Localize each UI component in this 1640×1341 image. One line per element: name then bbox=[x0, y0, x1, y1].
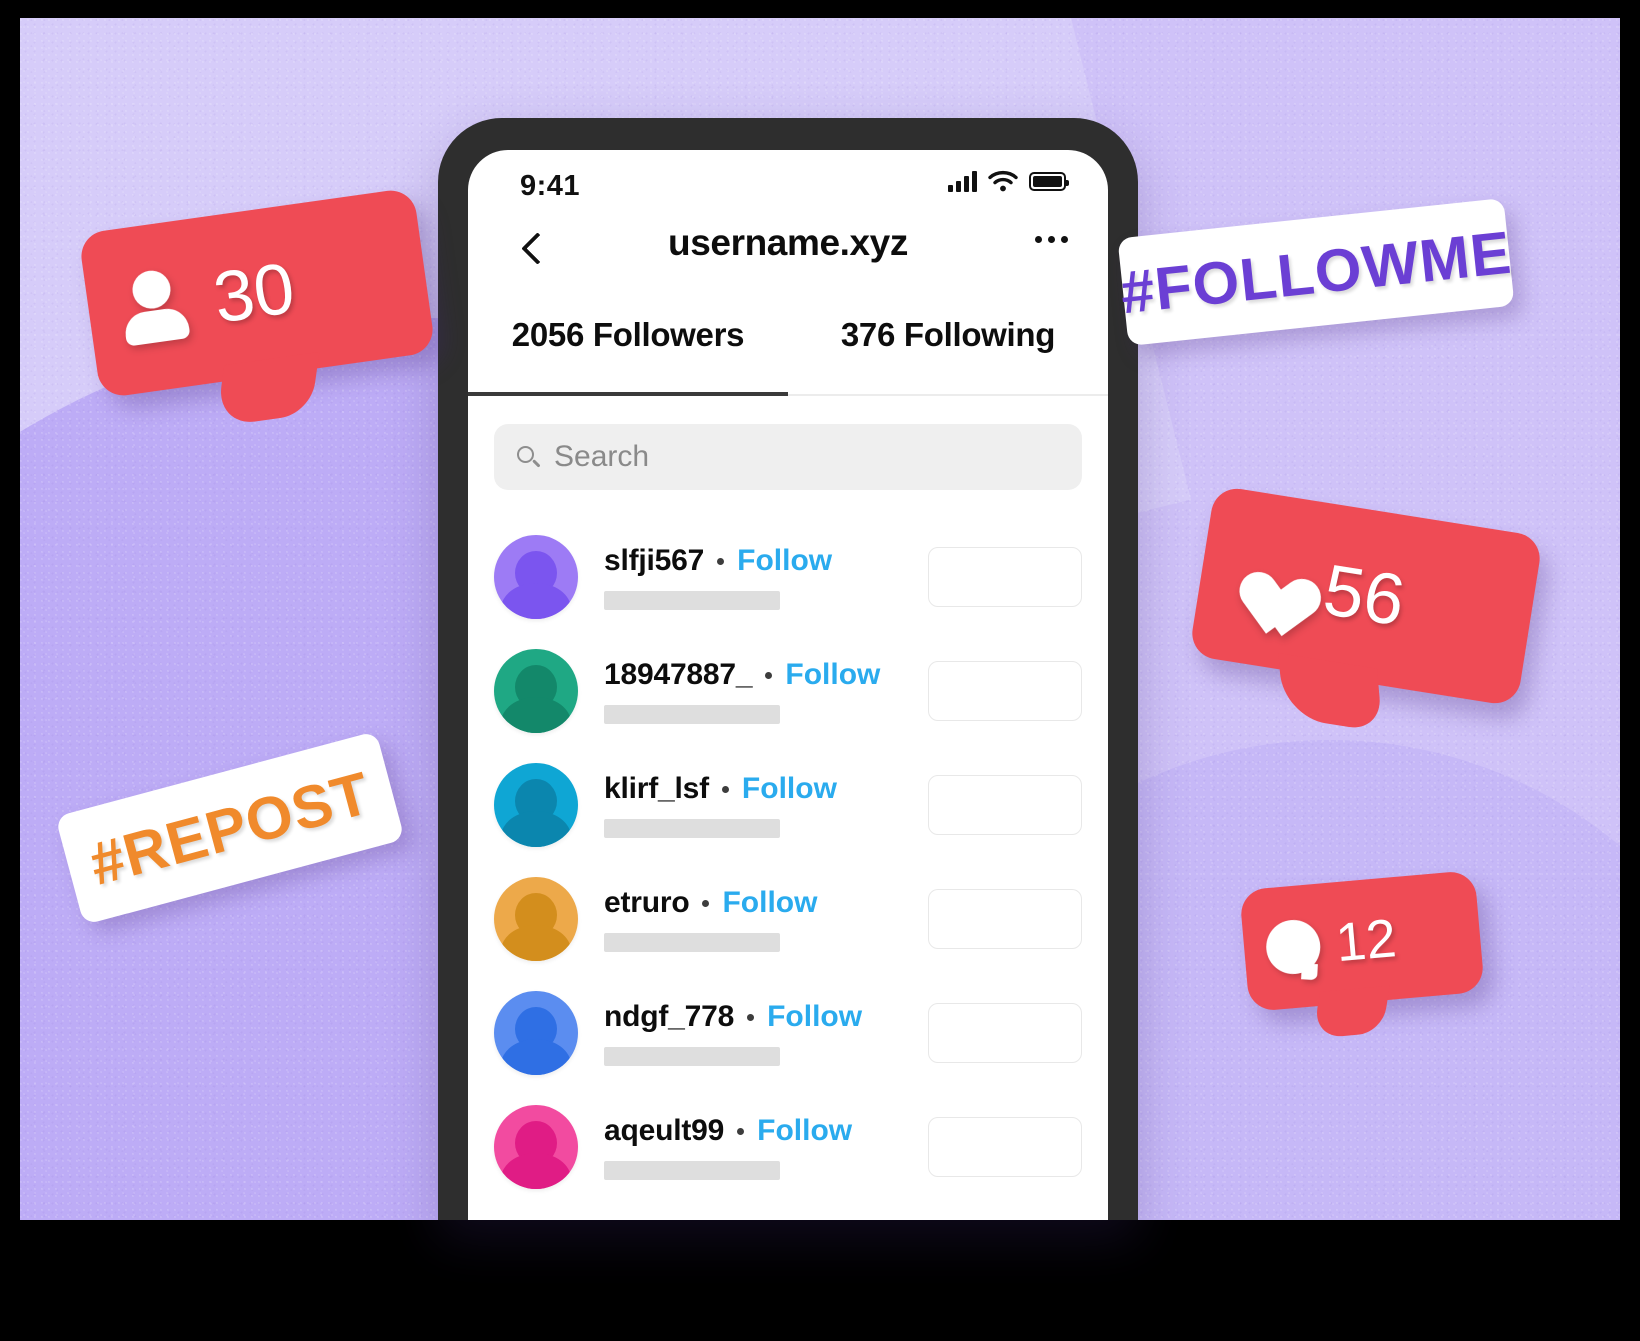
fullname-placeholder-bar bbox=[604, 933, 780, 952]
tab-following[interactable]: 376 Following bbox=[788, 312, 1108, 396]
list-item[interactable]: ndgf_778 Follow bbox=[468, 976, 1108, 1090]
action-button-placeholder[interactable] bbox=[928, 775, 1082, 835]
signal-bars-icon bbox=[948, 170, 977, 192]
avatar bbox=[494, 763, 578, 847]
list-item-username: slfji567 bbox=[604, 544, 705, 577]
fullname-placeholder-bar bbox=[604, 1047, 780, 1066]
list-item-nameline: slfji567 Follow bbox=[604, 544, 928, 578]
action-button-placeholder[interactable] bbox=[928, 547, 1082, 607]
list-item-username: ndgf_778 bbox=[604, 1000, 735, 1033]
battery-icon bbox=[1029, 171, 1069, 191]
list-item[interactable]: etruro Follow bbox=[468, 862, 1108, 976]
action-button-placeholder[interactable] bbox=[928, 889, 1082, 949]
separator-dot bbox=[721, 785, 729, 793]
follow-button[interactable]: Follow bbox=[757, 1114, 852, 1148]
fullname-placeholder-bar bbox=[604, 705, 780, 724]
person-icon bbox=[110, 263, 198, 351]
fullname-placeholder-bar bbox=[604, 1161, 780, 1180]
avatar bbox=[494, 649, 578, 733]
status-bar: 9:41 bbox=[468, 150, 1108, 216]
separator-dot bbox=[765, 671, 773, 679]
more-options-icon[interactable] bbox=[1035, 236, 1068, 243]
list-item-text: slfji567 Follow bbox=[604, 544, 928, 610]
user-list: slfji567 Follow 18947887_ Follow klirf_lsf Fo… bbox=[468, 490, 1108, 1204]
list-item-text: ndgf_778 Follow bbox=[604, 1000, 928, 1066]
comment-icon bbox=[1264, 918, 1323, 977]
follow-button[interactable]: Follow bbox=[742, 772, 837, 806]
search-input[interactable]: Search bbox=[494, 424, 1082, 490]
followers-badge-count: 30 bbox=[208, 248, 300, 339]
avatar bbox=[494, 877, 578, 961]
list-item-username: etruro bbox=[604, 886, 690, 919]
search-placeholder: Search bbox=[554, 440, 650, 473]
list-item-username: 18947887_ bbox=[604, 658, 753, 691]
list-item-text: etruro Follow bbox=[604, 886, 928, 952]
search-area: Search bbox=[468, 396, 1108, 490]
avatar bbox=[494, 535, 578, 619]
list-item[interactable]: aqeult99 Follow bbox=[468, 1090, 1108, 1204]
list-item-text: klirf_lsf Follow bbox=[604, 772, 928, 838]
list-item[interactable]: 18947887_ Follow bbox=[468, 634, 1108, 748]
heart-icon bbox=[1222, 541, 1306, 620]
search-icon bbox=[516, 445, 540, 469]
likes-badge-count: 56 bbox=[1318, 549, 1410, 642]
list-item-nameline: 18947887_ Follow bbox=[604, 658, 928, 692]
list-item-username: aqeult99 bbox=[604, 1114, 725, 1147]
tab-following-label: 376 Following bbox=[840, 316, 1056, 353]
follow-button[interactable]: Follow bbox=[722, 886, 817, 920]
status-bar-icons bbox=[948, 170, 1069, 192]
list-item-nameline: etruro Follow bbox=[604, 886, 928, 920]
list-item-username: klirf_lsf bbox=[604, 772, 709, 805]
separator-dot bbox=[737, 1127, 745, 1135]
separator-dot bbox=[702, 899, 710, 907]
list-item-nameline: klirf_lsf Follow bbox=[604, 772, 928, 806]
fullname-placeholder-bar bbox=[604, 819, 780, 838]
action-button-placeholder[interactable] bbox=[928, 661, 1082, 721]
tab-bar: 2056 Followers 376 Following bbox=[468, 312, 1108, 396]
screenshot-stage: 9:41 username.xyz 2056 Followers 376 Fol… bbox=[0, 0, 1640, 1341]
phone-screen: 9:41 username.xyz 2056 Followers 376 Fol… bbox=[468, 150, 1108, 1220]
tab-followers[interactable]: 2056 Followers bbox=[468, 312, 788, 396]
fullname-placeholder-bar bbox=[604, 591, 780, 610]
page-title: username.xyz bbox=[668, 222, 908, 263]
comments-badge-count: 12 bbox=[1333, 908, 1399, 974]
wifi-icon bbox=[988, 170, 1018, 192]
follow-button[interactable]: Follow bbox=[767, 1000, 862, 1034]
action-button-placeholder[interactable] bbox=[928, 1003, 1082, 1063]
list-item-text: aqeult99 Follow bbox=[604, 1114, 928, 1180]
separator-dot bbox=[747, 1013, 755, 1021]
separator-dot bbox=[717, 557, 725, 565]
action-button-placeholder[interactable] bbox=[928, 1117, 1082, 1177]
follow-button[interactable]: Follow bbox=[785, 658, 880, 692]
nav-bar: username.xyz bbox=[468, 216, 1108, 312]
avatar bbox=[494, 991, 578, 1075]
list-item-nameline: ndgf_778 Follow bbox=[604, 1000, 928, 1034]
list-item-nameline: aqeult99 Follow bbox=[604, 1114, 928, 1148]
follow-button[interactable]: Follow bbox=[737, 544, 832, 578]
comments-badge-sticker: 12 bbox=[1239, 869, 1485, 1039]
list-item[interactable]: klirf_lsf Follow bbox=[468, 748, 1108, 862]
tab-followers-label: 2056 Followers bbox=[511, 316, 745, 353]
list-item[interactable]: slfji567 Follow bbox=[468, 520, 1108, 634]
followme-hashtag-text: #FOLLOWME bbox=[1117, 218, 1515, 326]
phone-mockup: 9:41 username.xyz 2056 Followers 376 Fol… bbox=[438, 118, 1138, 1220]
status-bar-time: 9:41 bbox=[520, 170, 581, 202]
avatar bbox=[494, 1105, 578, 1189]
list-item-text: 18947887_ Follow bbox=[604, 658, 928, 724]
